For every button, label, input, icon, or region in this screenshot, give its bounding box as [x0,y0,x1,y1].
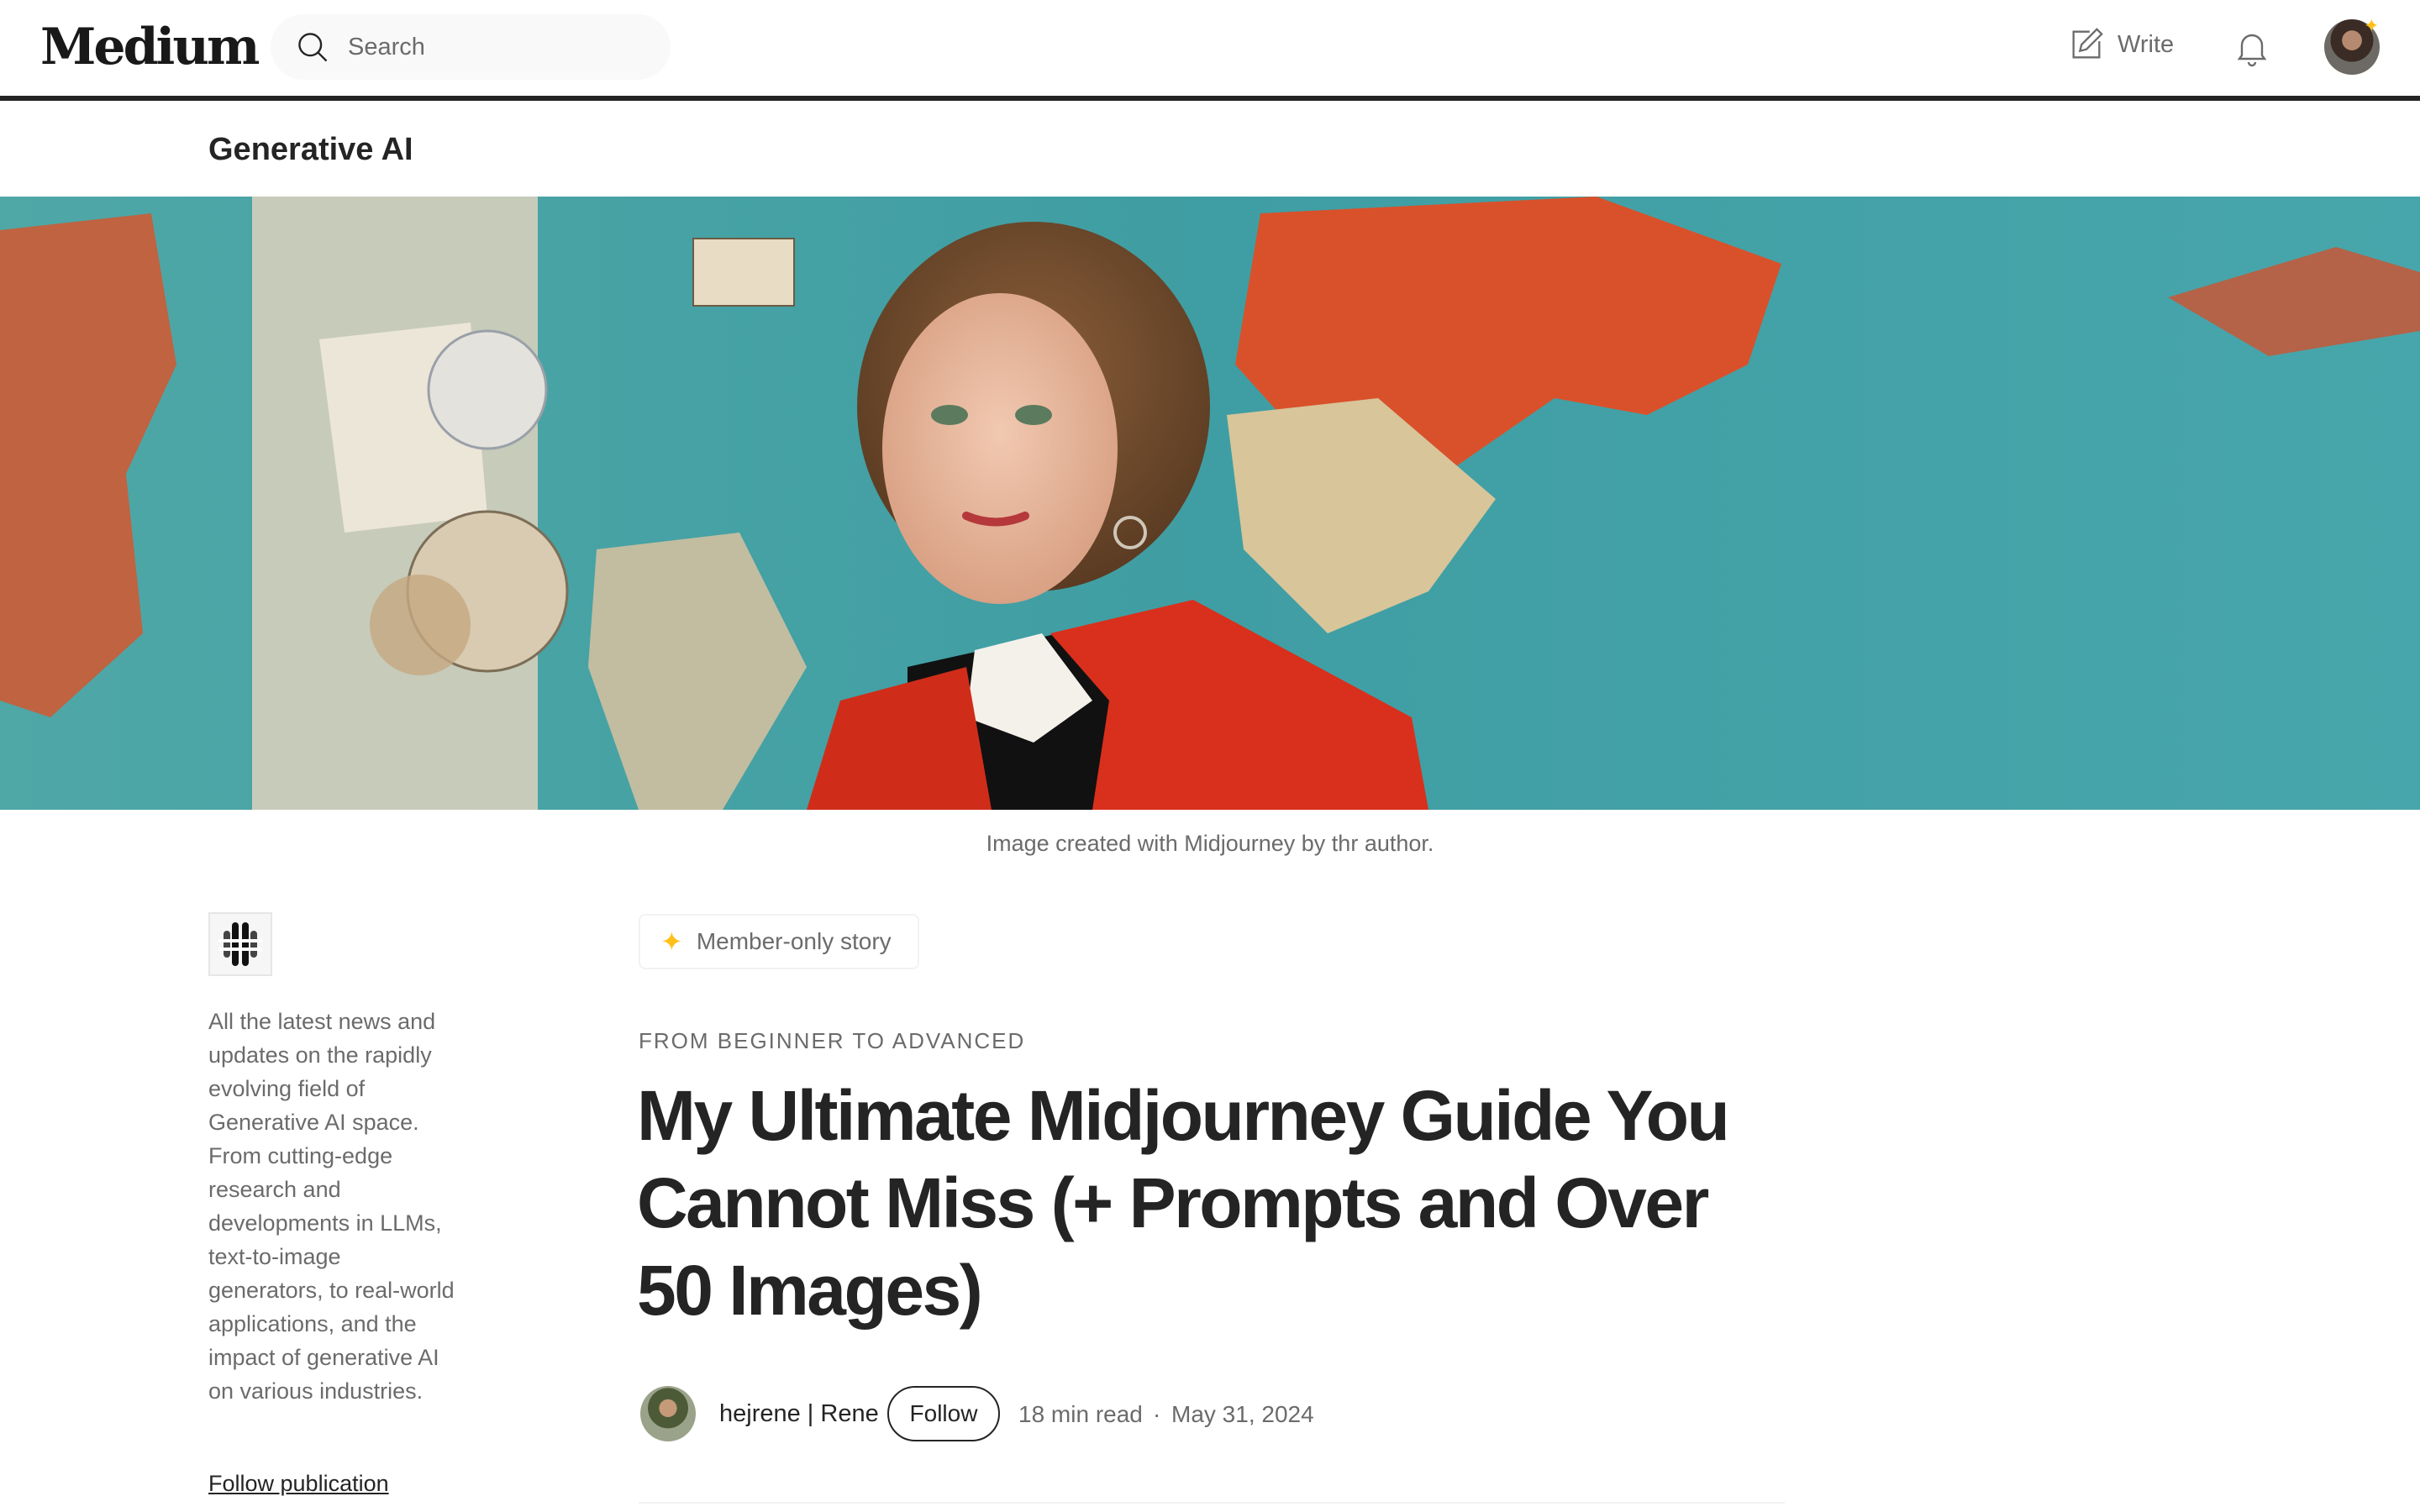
author-avatar[interactable] [640,1386,696,1441]
write-icon [2072,28,2103,59]
write-label: Write [2118,30,2175,58]
article-byline: hejrene | Rene Follow 18 min read · May … [639,1384,1781,1443]
follow-publication-link[interactable]: Follow publication [208,1468,389,1499]
publication-name[interactable]: Generative AI [208,129,413,170]
member-only-badge: ✦ Member-only story [639,914,919,969]
search-input[interactable] [348,33,650,61]
hero-caption: Image created with Midjourney by thr aut… [986,831,1434,856]
search-icon [298,33,328,62]
article-divider [639,1502,1785,1504]
publish-date: May 31, 2024 [1171,1401,1314,1427]
member-star-icon: ✦ [2364,15,2380,36]
navbar-divider [0,96,2420,101]
write-button[interactable]: Write [2067,25,2174,64]
article-kicker: FROM BEGINNER TO ADVANCED [639,1028,1026,1053]
hero-image [0,197,2420,810]
follow-author-button[interactable]: Follow [887,1386,1000,1441]
brain-icon [218,922,262,966]
publication-logo[interactable] [208,912,272,976]
article-title: My Ultimate Midjourney Guide You Cannot … [637,1076,1730,1330]
top-navbar: Medium Write ✦ [0,0,2420,96]
read-time: 18 min read [1018,1401,1143,1427]
author-name[interactable]: hejrene | Rene [719,1398,879,1430]
star-icon: ✦ [660,927,683,957]
medium-logo[interactable]: Medium [40,18,260,76]
member-only-label: Member-only story [696,928,892,954]
publication-description: All the latest news and updates on the r… [208,1009,455,1404]
bell-icon[interactable] [2232,27,2272,67]
search-box[interactable] [271,14,671,80]
byline-separator: · [1153,1401,1161,1427]
